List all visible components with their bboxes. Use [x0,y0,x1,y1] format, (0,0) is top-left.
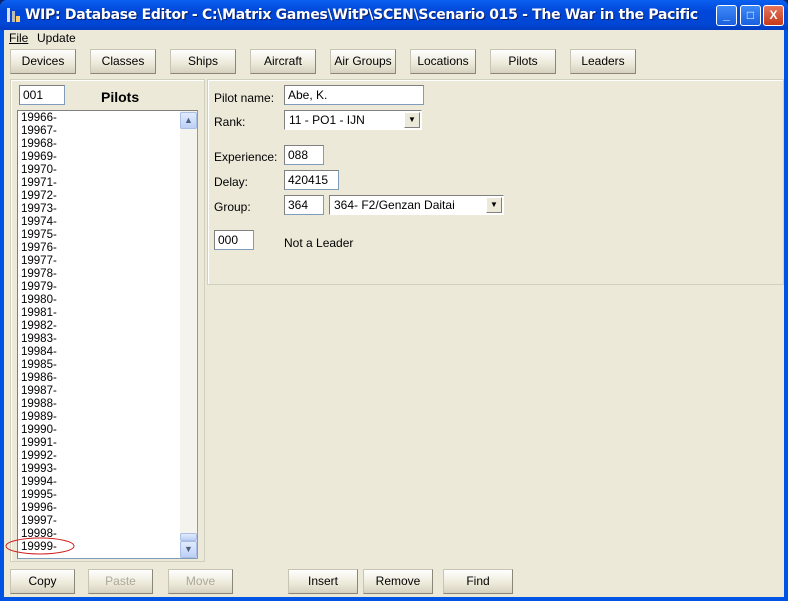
group-select[interactable]: 364- F2/Genzan Daitai ▼ [329,195,504,215]
tab-devices[interactable]: Devices [10,49,76,74]
list-item[interactable]: 19991- [21,437,57,450]
pilot-detail-panel: Pilot name: Abe, K. Rank: 11 - PO1 - IJN… [207,79,784,285]
list-item[interactable]: 19976- [21,242,57,255]
move-button[interactable]: Move [168,569,233,594]
tab-ships[interactable]: Ships [170,49,236,74]
highlight-ellipse [5,537,75,555]
list-item[interactable]: 19967- [21,125,57,138]
rank-select[interactable]: 11 - PO1 - IJN ▼ [284,110,422,130]
pilot-name-label: Pilot name: [214,91,275,105]
scroll-down-button[interactable]: ▼ [180,541,197,558]
tab-leaders[interactable]: Leaders [570,49,636,74]
list-item[interactable]: 19994- [21,476,57,489]
paste-button[interactable]: Paste [88,569,153,594]
list-item[interactable]: 19982- [21,320,57,333]
list-item[interactable]: 19974- [21,216,57,229]
scroll-thumb[interactable] [180,533,197,541]
delay-label: Delay: [214,175,249,189]
menu-bar: File Update [4,30,784,47]
pilot-index-input[interactable]: 001 [19,85,65,105]
list-item[interactable]: 19972- [21,190,57,203]
list-item[interactable]: 19986- [21,372,57,385]
group-value: 364- F2/Genzan Daitai [334,198,455,212]
menu-file[interactable]: File [9,31,28,45]
delay-input[interactable]: 420415 [284,170,339,190]
list-item[interactable]: 19969- [21,151,57,164]
list-item[interactable]: 19979- [21,281,57,294]
list-item[interactable]: 19983- [21,333,57,346]
tab-aircraft[interactable]: Aircraft [250,49,316,74]
list-item[interactable]: 19977- [21,255,57,268]
app-icon [7,8,20,22]
pilot-list[interactable]: 19966- 19967- 19968- 19969- 19970- 19971- 1997… [17,110,198,559]
maximize-button[interactable]: □ [740,5,761,26]
title-bar: WIP: Database Editor - C:\Matrix Games\W… [0,0,788,30]
window-title: WIP: Database Editor - C:\Matrix Games\W… [25,7,698,23]
list-item[interactable]: 19988- [21,398,57,411]
list-item[interactable]: 19970- [21,164,57,177]
list-item[interactable]: 19989- [21,411,57,424]
list-item[interactable]: 19978- [21,268,57,281]
list-item[interactable]: 19981- [21,307,57,320]
group-id-input[interactable]: 364 [284,195,324,215]
close-button[interactable]: X [763,5,784,26]
app-window: WIP: Database Editor - C:\Matrix Games\W… [0,0,788,601]
menu-update[interactable]: Update [37,31,76,45]
list-item[interactable]: 19987- [21,385,57,398]
group-label: Group: [214,200,251,214]
leader-status: Not a Leader [284,236,354,250]
list-item[interactable]: 19985- [21,359,57,372]
list-item[interactable]: 19996- [21,502,57,515]
list-item[interactable]: 19973- [21,203,57,216]
list-item[interactable]: 19995- [21,489,57,502]
scrollbar[interactable]: ▲ ▼ [180,111,197,558]
list-item[interactable]: 19968- [21,138,57,151]
remove-button[interactable]: Remove [363,569,433,594]
list-item[interactable]: 19990- [21,424,57,437]
chevron-down-icon[interactable]: ▼ [486,197,502,213]
copy-button[interactable]: Copy [10,569,75,594]
chevron-down-icon[interactable]: ▼ [404,112,420,128]
pilot-name-input[interactable]: Abe, K. [284,85,424,105]
list-item[interactable]: 19971- [21,177,57,190]
list-item[interactable]: 19993- [21,463,57,476]
list-item[interactable]: 19992- [21,450,57,463]
tab-pilots[interactable]: Pilots [490,49,556,74]
scroll-up-button[interactable]: ▲ [180,112,197,129]
rank-value: 11 - PO1 - IJN [289,113,365,127]
list-item[interactable]: 19980- [21,294,57,307]
tab-locations[interactable]: Locations [410,49,476,74]
minimize-button[interactable]: _ [716,5,737,26]
tab-classes[interactable]: Classes [90,49,156,74]
list-item[interactable]: 19966- [21,112,57,125]
experience-input[interactable]: 088 [284,145,324,165]
list-heading: Pilots [101,89,140,105]
rank-label: Rank: [214,115,246,129]
list-item[interactable]: 19997- [21,515,57,528]
list-item[interactable]: 19984- [21,346,57,359]
experience-label: Experience: [214,150,278,164]
leader-id-input[interactable]: 000 [214,230,254,250]
insert-button[interactable]: Insert [288,569,358,594]
list-item[interactable]: 19975- [21,229,57,242]
find-button[interactable]: Find [443,569,513,594]
tab-air-groups[interactable]: Air Groups [330,49,396,74]
client-area: File Update Devices Classes Ships Aircra… [4,30,784,597]
